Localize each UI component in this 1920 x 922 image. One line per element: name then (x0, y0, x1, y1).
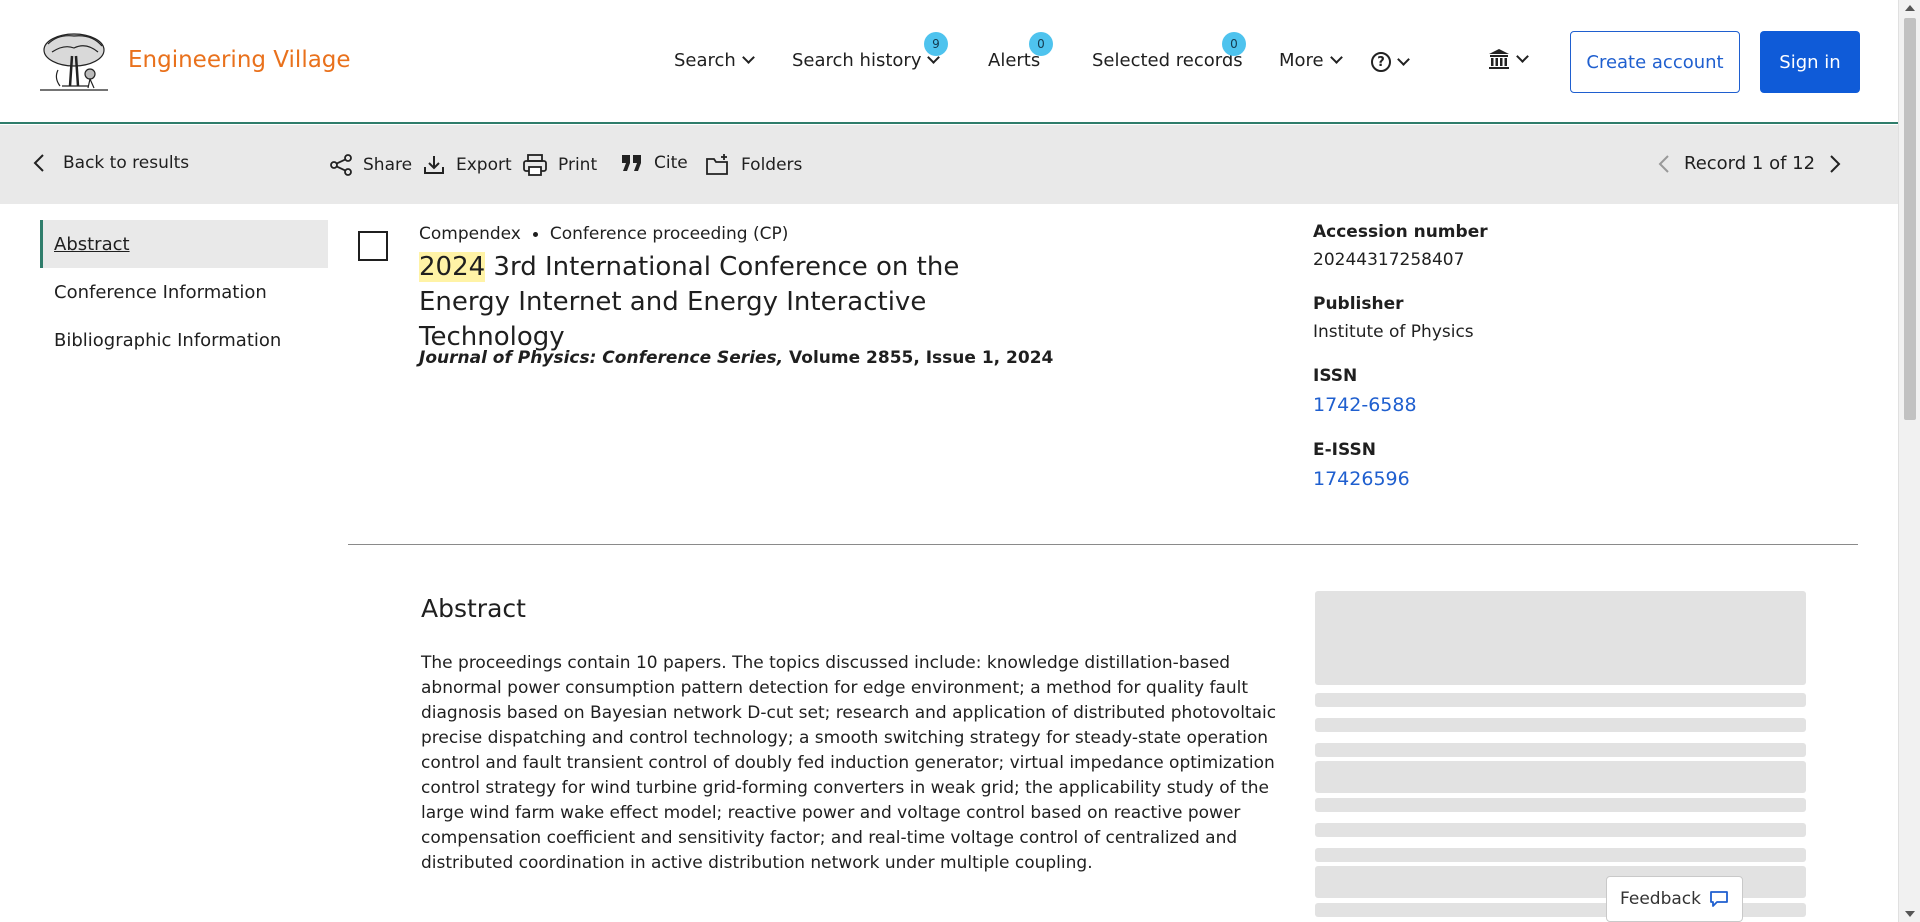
section-divider (348, 544, 1858, 545)
publisher-label: Publisher (1313, 294, 1404, 314)
record-title: 2024 3rd International Conference on the… (419, 250, 1039, 355)
feedback-button[interactable]: Feedback (1606, 876, 1743, 922)
eissn-link[interactable]: 17426596 (1313, 468, 1713, 490)
chevron-down-icon (1516, 49, 1529, 63)
database-name: Compendex (419, 224, 521, 244)
feedback-label: Feedback (1620, 889, 1701, 909)
chevron-down-icon (741, 51, 755, 64)
record-section-nav: Abstract Conference Information Bibliogr… (40, 220, 328, 364)
elsevier-tree-logo[interactable] (38, 30, 110, 94)
record-details-panel: Accession number 20244317258407 Publishe… (1313, 222, 1713, 514)
nav-institution[interactable] (1488, 48, 1529, 70)
skeleton-line (1315, 718, 1806, 732)
chevron-down-icon (1397, 52, 1410, 66)
section-link-conference-information[interactable]: Conference Information (40, 268, 328, 316)
loading-skeleton-panel (1315, 591, 1806, 917)
skeleton-block (1315, 761, 1806, 793)
share-label: Share (363, 155, 413, 175)
skeleton-line (1315, 693, 1806, 707)
select-record-checkbox[interactable] (358, 231, 388, 261)
abstract-heading: Abstract (421, 594, 526, 623)
issn-link[interactable]: 1742-6588 (1313, 394, 1713, 416)
record-counter: Record 1 of 12 (1684, 153, 1816, 174)
publisher-value: Institute of Physics (1313, 322, 1474, 342)
export-icon (424, 156, 444, 174)
print-label: Print (558, 155, 598, 175)
chat-bubble-icon (1710, 891, 1728, 907)
record-source: Journal of Physics: Conference Series, V… (419, 348, 1053, 368)
separator-dot (532, 231, 538, 237)
nav-search-history-label: Search history (792, 50, 922, 71)
skeleton-line (1315, 848, 1806, 862)
record-navigation: Record 1 of 12 (1658, 153, 1841, 174)
title-text: 3rd International Conference on the Ener… (419, 252, 960, 352)
institution-icon (1489, 49, 1509, 69)
eissn-label: E-ISSN (1313, 440, 1376, 460)
issn-label: ISSN (1313, 366, 1358, 386)
skeleton-line (1315, 743, 1806, 757)
abstract-text: The proceedings contain 10 papers. The t… (421, 653, 1277, 873)
share-icon (330, 154, 352, 176)
accession-number-value: 20244317258407 (1313, 250, 1465, 270)
sign-in-button[interactable]: Sign in (1760, 31, 1860, 93)
source-journal: Journal of Physics: Conference Series, (419, 348, 784, 368)
nav-search-label: Search (674, 50, 736, 71)
section-link-abstract[interactable]: Abstract (40, 220, 328, 268)
record-toolbar: Back to results Share Export Print Cite (0, 125, 1898, 204)
print-button[interactable]: Print (522, 153, 597, 177)
create-account-button[interactable]: Create account (1570, 31, 1740, 93)
folders-label: Folders (741, 155, 803, 175)
record-meta-line: Compendex Conference proceeding (CP) (419, 224, 788, 244)
export-label: Export (456, 155, 512, 175)
nav-selected-records[interactable]: Selected records 0 (1092, 32, 1246, 71)
search-history-count-badge: 9 (924, 32, 948, 56)
scroll-down-arrow-icon[interactable] (1905, 911, 1915, 917)
source-details: Volume 2855, Issue 1, 2024 (783, 348, 1054, 368)
folders-button[interactable]: Folders (705, 153, 802, 177)
nav-help[interactable]: ? (1371, 52, 1410, 72)
nav-alerts[interactable]: Alerts 0 (988, 32, 1053, 71)
site-header: Engineering Village Search Search histor… (0, 0, 1898, 124)
nav-search[interactable]: Search (674, 50, 755, 71)
nav-more[interactable]: More (1279, 50, 1343, 71)
selected-records-count-badge: 0 (1222, 32, 1246, 56)
nav-search-history[interactable]: Search history 9 (792, 32, 948, 71)
nav-more-label: More (1279, 50, 1324, 71)
previous-record-icon[interactable] (1658, 154, 1670, 173)
help-icon: ? (1371, 52, 1391, 72)
nav-selected-records-label: Selected records (1092, 50, 1243, 71)
brand-name[interactable]: Engineering Village (128, 47, 351, 73)
scroll-up-arrow-icon[interactable] (1905, 5, 1915, 11)
chevron-down-icon (1329, 51, 1343, 64)
skeleton-line (1315, 798, 1806, 812)
quote-icon (622, 155, 641, 171)
skeleton-block (1315, 591, 1806, 685)
section-link-bibliographic-information[interactable]: Bibliographic Information (40, 316, 328, 364)
title-search-highlight: 2024 (419, 252, 486, 282)
export-button[interactable]: Export (422, 153, 512, 177)
folder-add-icon (706, 154, 728, 175)
chevron-left-icon (33, 154, 44, 172)
alerts-count-badge: 0 (1029, 32, 1053, 56)
next-record-icon[interactable] (1829, 154, 1841, 173)
page-scrollbar[interactable] (1898, 0, 1920, 922)
skeleton-line (1315, 823, 1806, 837)
accession-number-label: Accession number (1313, 222, 1488, 242)
back-to-results-link[interactable]: Back to results (33, 153, 189, 173)
back-to-results-label: Back to results (63, 153, 190, 173)
cite-button[interactable]: Cite (620, 153, 688, 173)
scrollbar-thumb[interactable] (1904, 18, 1916, 420)
document-type: Conference proceeding (CP) (549, 224, 789, 244)
cite-label: Cite (654, 153, 688, 173)
share-button[interactable]: Share (329, 153, 412, 177)
print-icon (523, 154, 547, 176)
